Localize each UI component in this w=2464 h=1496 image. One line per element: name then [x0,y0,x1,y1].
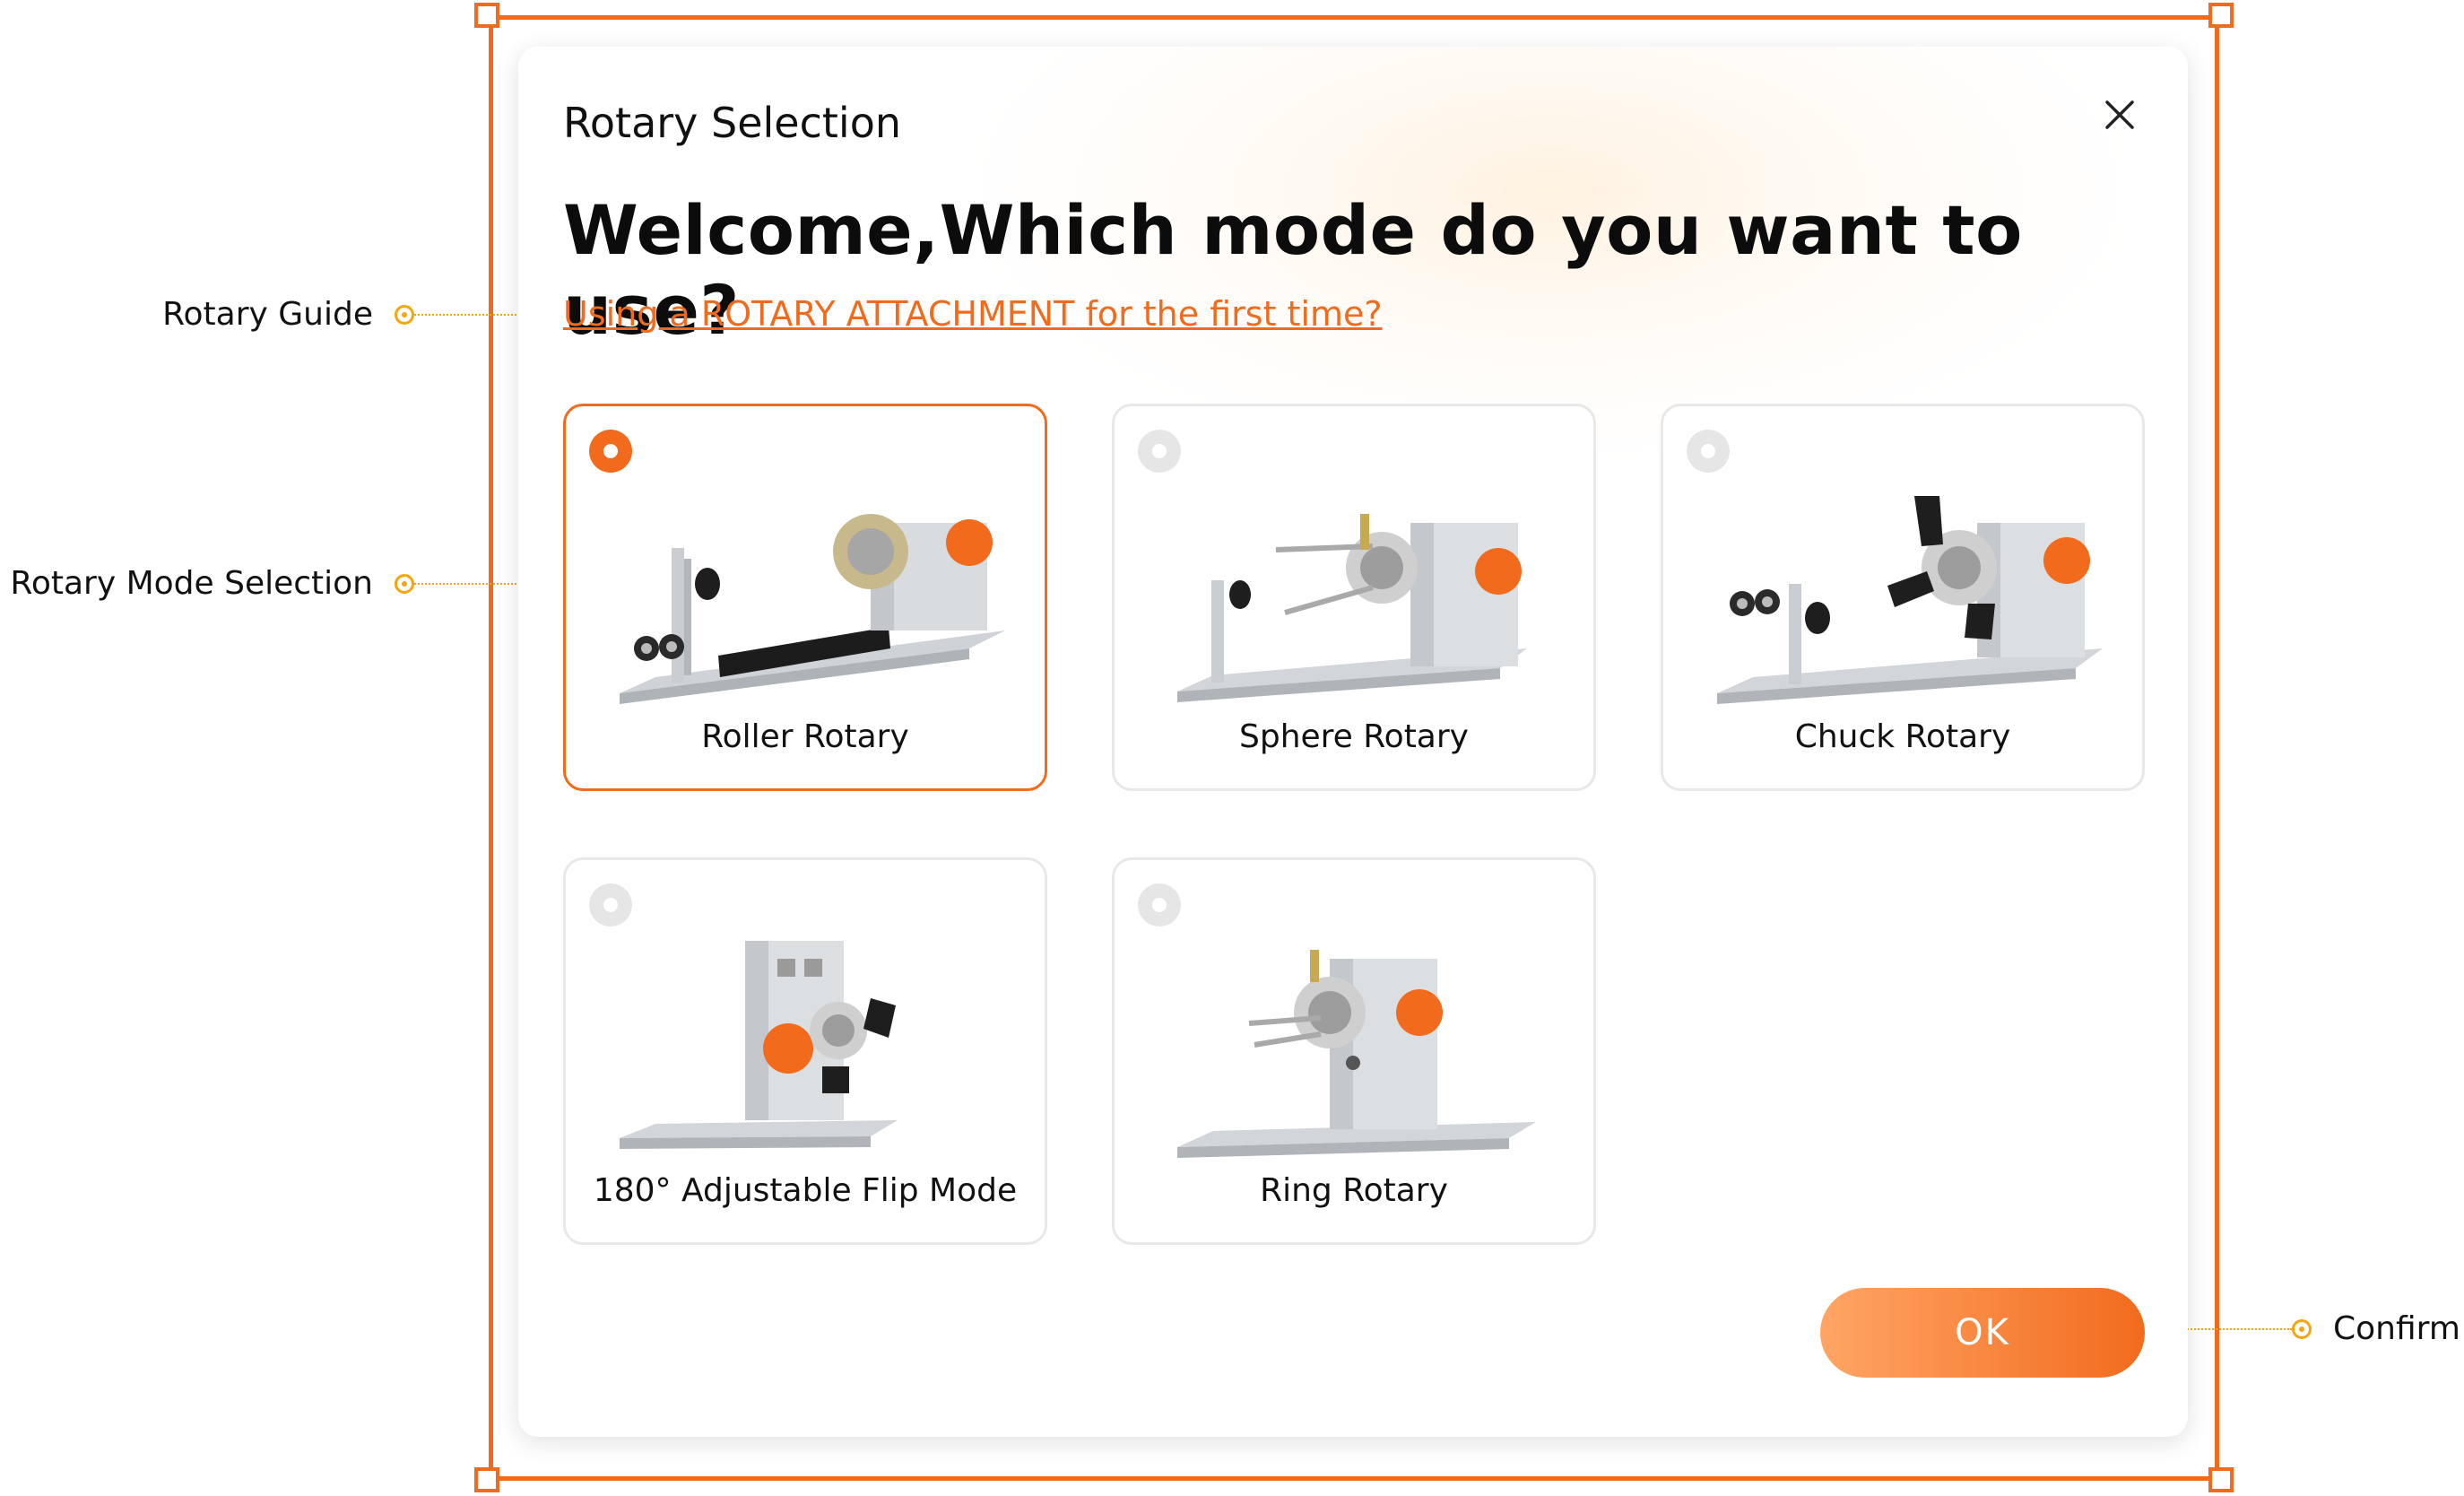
resize-handle-top-left [474,3,499,28]
roller-rotary-image [620,514,1005,704]
annotation-label: Rotary Guide [162,296,373,333]
resize-handle-top-right [2208,3,2234,28]
rotary-guide-link[interactable]: Using a ROTARY ATTACHMENT for the first … [563,294,1383,334]
resize-handle-bottom-left [474,1467,499,1492]
annotation-label: Confirm [2333,1310,2460,1347]
annotation-dot-icon [395,573,414,594]
option-label: Roller Rotary [701,718,909,755]
option-flip-mode[interactable]: 180° Adjustable Flip Mode [563,857,1047,1245]
option-label: 180° Adjustable Flip Mode [593,1172,1018,1209]
option-sphere-rotary[interactable]: Sphere Rotary [1112,404,1596,791]
chuck-rotary-image [1717,496,2103,704]
option-label: Ring Rotary [1260,1172,1448,1209]
radio-unselected-icon[interactable] [1138,430,1181,473]
radio-selected-icon[interactable] [589,430,632,473]
option-ring-rotary[interactable]: Ring Rotary [1112,857,1596,1245]
annotation-dot-icon [395,304,414,325]
close-icon[interactable] [2096,91,2143,138]
flip-mode-image [620,941,898,1149]
option-roller-rotary[interactable]: Roller Rotary [563,404,1047,791]
dialog-title: Rotary Selection [563,99,902,147]
annotation-rotary-mode-selection: Rotary Mode Selection [10,565,538,602]
radio-unselected-icon[interactable] [1687,430,1730,473]
option-chuck-rotary[interactable]: Chuck Rotary [1661,404,2145,791]
radio-unselected-icon[interactable] [1138,883,1181,926]
ring-rotary-image [1177,950,1536,1158]
option-label: Chuck Rotary [1794,718,2011,755]
annotation-label: Rotary Mode Selection [10,565,373,602]
ok-button[interactable]: OK [1820,1288,2145,1378]
rotary-selection-dialog: Rotary Selection Welcome,Which mode do y… [518,47,2188,1437]
annotation-confirm: Confirm [2159,1310,2460,1347]
annotation-rotary-guide: Rotary Guide [162,296,538,333]
radio-unselected-icon[interactable] [589,883,632,926]
annotation-dot-icon [2292,1318,2312,1339]
resize-handle-bottom-right [2208,1467,2234,1492]
sphere-rotary-image [1177,514,1527,702]
option-label: Sphere Rotary [1239,718,1469,755]
